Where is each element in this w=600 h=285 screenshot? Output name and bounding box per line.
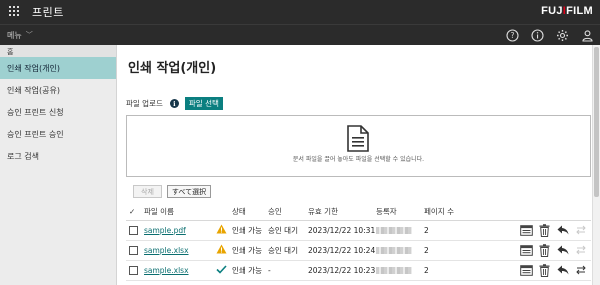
print-settings-icon[interactable] bbox=[520, 224, 533, 237]
file-link[interactable]: sample.pdf bbox=[144, 226, 186, 235]
header-actions bbox=[494, 203, 591, 221]
svg-text:?: ? bbox=[510, 31, 514, 40]
print-settings-icon[interactable] bbox=[520, 244, 533, 257]
status-text: 인쇄 가능 bbox=[232, 220, 268, 241]
app-title: 프린트 bbox=[32, 6, 64, 19]
info-icon[interactable] bbox=[530, 28, 544, 42]
approval-text: 승인 대기 bbox=[268, 240, 308, 261]
row-checkbox[interactable] bbox=[129, 225, 138, 235]
header-state-icon bbox=[216, 203, 232, 221]
info-icon[interactable]: i bbox=[169, 99, 179, 108]
trash-icon[interactable] bbox=[538, 223, 551, 237]
status-text: 인쇄 가능 bbox=[232, 240, 268, 261]
registrant-redacted bbox=[376, 267, 412, 274]
sidebar-item-log-search[interactable]: 로그 검색 bbox=[0, 145, 116, 167]
main-content: 인쇄 작업(개인) 파일 업로드 i 파일 선택 문서 파일을 끌어 놓아도 파… bbox=[118, 45, 600, 285]
sidebar-item-shared-jobs[interactable]: 인쇄 작업(공유) bbox=[0, 79, 116, 101]
page-scrollbar[interactable] bbox=[592, 45, 600, 285]
warning-icon bbox=[216, 224, 227, 236]
status-text: 인쇄 가능 bbox=[232, 260, 268, 281]
swap-icon bbox=[574, 244, 587, 257]
sidebar: 홈 인쇄 작업(개인) 인쇄 작업(공유) 승인 프린트 신청 승인 프린트 승… bbox=[0, 45, 117, 285]
approval-text: - bbox=[268, 260, 308, 281]
choose-file-button[interactable]: 파일 선택 bbox=[184, 97, 223, 110]
check-icon bbox=[216, 264, 227, 276]
reply-icon[interactable] bbox=[556, 224, 569, 237]
expires-text: 2023/12/22 10:24 bbox=[308, 240, 376, 261]
chevron-down-icon[interactable]: ﹀ bbox=[26, 30, 33, 40]
table-row: sample.pdf 인쇄 가능 승인 대기 2023/12/22 10:31 … bbox=[126, 220, 591, 241]
header-file-name[interactable]: 파일 이름 bbox=[144, 203, 216, 221]
expires-text: 2023/12/22 10:23 bbox=[308, 260, 376, 281]
menu-toggle[interactable]: 메뉴 bbox=[7, 30, 22, 41]
menu-bar: 메뉴 ﹀ ? bbox=[0, 24, 600, 45]
header-registrant[interactable]: 등록자 bbox=[376, 203, 424, 221]
sidebar-item-approval-request[interactable]: 승인 프린트 신청 bbox=[0, 101, 116, 123]
row-checkbox[interactable] bbox=[129, 245, 138, 255]
drop-hint: 문서 파일을 끌어 놓아도 파일을 선택할 수 있습니다. bbox=[292, 156, 425, 163]
swap-icon bbox=[574, 224, 587, 237]
file-drop-zone[interactable]: 문서 파일을 끌어 놓아도 파일을 선택할 수 있습니다. bbox=[126, 115, 591, 177]
header-approval[interactable]: 승인 bbox=[268, 203, 308, 221]
row-checkbox[interactable] bbox=[129, 265, 138, 275]
document-icon bbox=[347, 125, 369, 154]
header-expires[interactable]: 유효 기한 bbox=[308, 203, 376, 221]
registrant-redacted bbox=[376, 247, 412, 254]
table-row: sample.xlsx 인쇄 가능 승인 대기 2023/12/22 10:24… bbox=[126, 240, 591, 261]
pages-text: 2 bbox=[424, 260, 494, 281]
table-header-row: ✓ 파일 이름 상태 승인 유효 기한 등록자 페이지 수 bbox=[126, 203, 591, 221]
user-icon[interactable] bbox=[580, 28, 594, 42]
page-title: 인쇄 작업(개인) bbox=[128, 61, 217, 76]
upload-row: 파일 업로드 i 파일 선택 bbox=[126, 97, 223, 110]
table-row: sample.xlsx 인쇄 가능 - 2023/12/22 10:23 2 bbox=[126, 260, 591, 281]
approval-text: 승인 대기 bbox=[268, 220, 308, 241]
upload-label: 파일 업로드 bbox=[126, 99, 163, 108]
header-status[interactable]: 상태 bbox=[232, 203, 268, 221]
select-all-check-icon[interactable]: ✓ bbox=[126, 203, 144, 221]
pages-text: 2 bbox=[424, 220, 494, 241]
reply-icon[interactable] bbox=[556, 244, 569, 257]
warning-icon bbox=[216, 244, 227, 256]
gear-icon[interactable] bbox=[555, 28, 569, 42]
file-link[interactable]: sample.xlsx bbox=[144, 266, 189, 275]
top-bar: 프린트 FUJIFILM bbox=[0, 0, 600, 24]
delete-button[interactable]: 삭제 bbox=[133, 185, 162, 198]
sidebar-item-approval-approve[interactable]: 승인 프린트 승인 bbox=[0, 123, 116, 145]
sidebar-item-personal-jobs[interactable]: 인쇄 작업(개인) bbox=[0, 57, 116, 79]
expires-text: 2023/12/22 10:31 bbox=[308, 220, 376, 241]
app-grid-icon[interactable] bbox=[9, 6, 21, 18]
brand-logo: FUJIFILM bbox=[541, 5, 593, 17]
header-pages[interactable]: 페이지 수 bbox=[424, 203, 494, 221]
select-all-button[interactable]: すべて選択 bbox=[166, 185, 212, 198]
registrant-redacted bbox=[376, 227, 412, 234]
trash-icon[interactable] bbox=[538, 243, 551, 257]
swap-icon[interactable] bbox=[574, 264, 587, 277]
job-table: ✓ 파일 이름 상태 승인 유효 기한 등록자 페이지 수 sample.pdf… bbox=[126, 203, 591, 281]
breadcrumb[interactable]: 홈 bbox=[0, 45, 116, 57]
file-link[interactable]: sample.xlsx bbox=[144, 246, 189, 255]
bulk-actions: 삭제 すべて選択 bbox=[133, 185, 212, 198]
reply-icon[interactable] bbox=[556, 264, 569, 277]
scroll-thumb[interactable] bbox=[594, 47, 599, 197]
pages-text: 2 bbox=[424, 240, 494, 261]
help-icon[interactable]: ? bbox=[505, 28, 519, 42]
trash-icon[interactable] bbox=[538, 263, 551, 277]
print-settings-icon[interactable] bbox=[520, 264, 533, 277]
